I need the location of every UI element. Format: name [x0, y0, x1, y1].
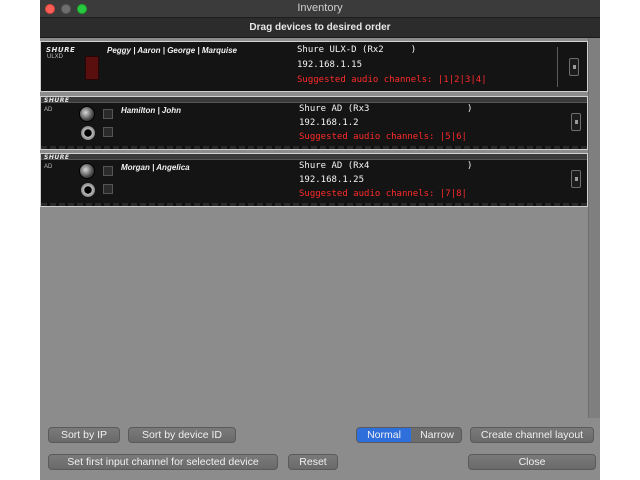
drag-instructions: Drag devices to desired order	[40, 18, 600, 38]
view-mode-toggle: Normal Narrow	[356, 427, 462, 443]
device-names: Morgan | Angelica	[121, 163, 190, 172]
rack-vent	[41, 203, 587, 206]
device-model-label: AD	[44, 164, 53, 170]
rack-strip	[41, 154, 587, 160]
normal-mode-button[interactable]: Normal	[357, 428, 411, 442]
headphone-jack-icon	[81, 126, 95, 140]
bottom-toolbar: Sort by IP Sort by device ID Normal Narr…	[40, 418, 600, 480]
title-bar: Inventory	[40, 0, 600, 18]
device-list	[40, 38, 600, 418]
device-title: Shure AD (Rx4 )	[299, 161, 473, 171]
reset-button[interactable]: Reset	[288, 454, 338, 470]
device-ip: 192.168.1.25	[299, 175, 365, 185]
device-row-rx4[interactable]: SHURE AD Morgan | Angelica Shure AD (Rx4…	[40, 153, 588, 207]
device-title: Shure ULX-D (Rx2 )	[297, 45, 417, 55]
device-channels: Suggested audio channels: |7|8|	[299, 189, 467, 199]
device-model-label: ULXD	[47, 54, 64, 60]
narrow-mode-button[interactable]: Narrow	[411, 428, 461, 442]
device-model-label: AD	[44, 107, 53, 113]
headphone-jack-icon	[81, 183, 95, 197]
power-switch-icon	[571, 170, 581, 188]
device-row-rx2[interactable]: SHURE ULXD Peggy | Aaron | George | Marq…	[40, 41, 588, 92]
volume-knob-icon	[79, 163, 95, 179]
shure-logo: SHURE	[44, 97, 70, 104]
rack-strip	[41, 97, 587, 103]
inventory-window: Inventory Drag devices to desired order …	[40, 0, 600, 480]
close-button[interactable]: Close	[468, 454, 596, 470]
device-channels: Suggested audio channels: |1|2|3|4|	[297, 75, 487, 85]
device-display	[85, 56, 99, 80]
device-names: Hamilton | John	[121, 106, 182, 115]
sort-by-ip-button[interactable]: Sort by IP	[48, 427, 120, 443]
ir-port-icon	[103, 184, 113, 194]
power-switch-icon	[571, 113, 581, 131]
ir-port-icon	[103, 166, 113, 176]
create-channel-layout-button[interactable]: Create channel layout	[470, 427, 594, 443]
device-list-scrollbar[interactable]	[588, 38, 600, 418]
shure-logo: SHURE	[46, 46, 76, 54]
sort-by-device-id-button[interactable]: Sort by device ID	[128, 427, 236, 443]
device-ip: 192.168.1.15	[297, 60, 363, 70]
set-first-input-channel-button[interactable]: Set first input channel for selected dev…	[48, 454, 278, 470]
window-title: Inventory	[297, 2, 343, 14]
power-switch-icon	[569, 58, 579, 76]
rack-vent	[41, 146, 587, 149]
device-channels: Suggested audio channels: |5|6|	[299, 132, 467, 142]
device-names: Peggy | Aaron | George | Marquise	[107, 46, 238, 55]
device-row-rx3[interactable]: SHURE AD Hamilton | John Shure AD (Rx3 )…	[40, 96, 588, 150]
ir-port-icon	[103, 127, 113, 137]
shure-logo: SHURE	[44, 154, 70, 161]
divider	[557, 47, 558, 87]
volume-knob-icon	[79, 106, 95, 122]
device-ip: 192.168.1.2	[299, 118, 359, 128]
device-title: Shure AD (Rx3 )	[299, 104, 473, 114]
ir-port-icon	[103, 109, 113, 119]
